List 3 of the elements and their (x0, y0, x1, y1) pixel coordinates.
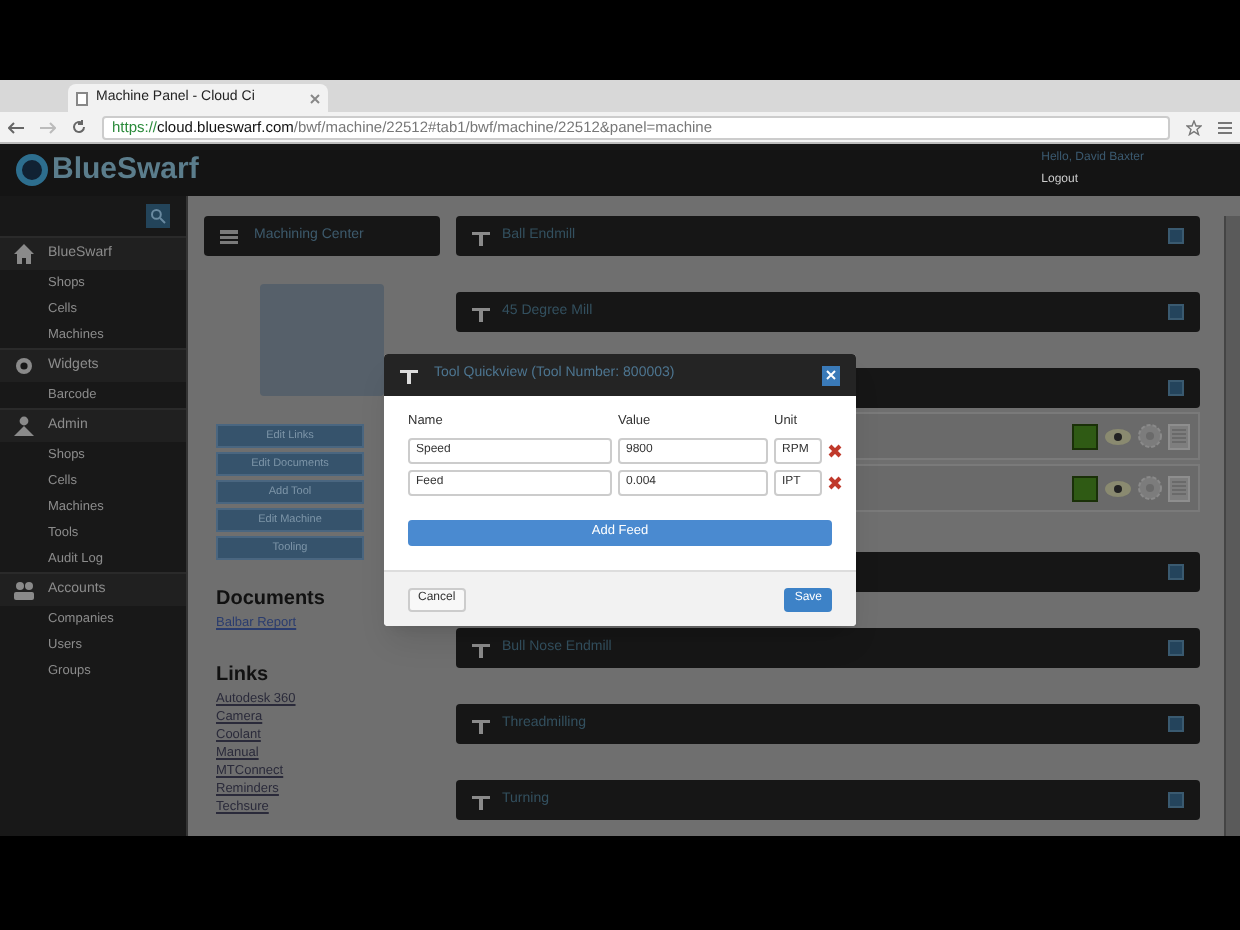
logo-text: BlueSwarf (52, 149, 199, 190)
section-heading: Links (216, 662, 269, 690)
section-heading: Documents (216, 586, 325, 614)
